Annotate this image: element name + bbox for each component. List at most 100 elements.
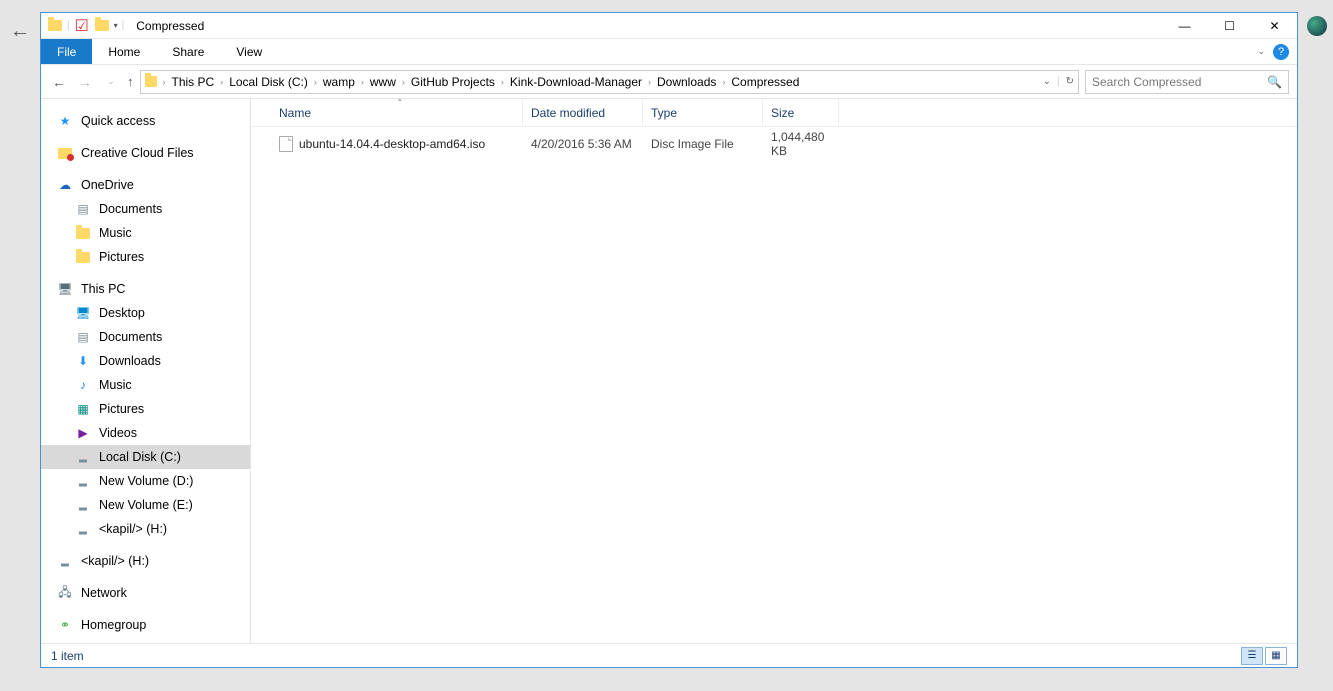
nav-label: Documents bbox=[99, 330, 162, 344]
breadcrumb-wamp[interactable]: wamp bbox=[319, 75, 359, 89]
breadcrumb-separator[interactable]: › bbox=[402, 77, 405, 87]
column-label: Size bbox=[771, 106, 794, 120]
help-button[interactable]: ? bbox=[1273, 44, 1289, 60]
status-item-count: 1 item bbox=[51, 649, 84, 663]
browser-back-button[interactable]: ← bbox=[10, 20, 30, 43]
window-title: Compressed bbox=[136, 19, 204, 33]
nav-label: OneDrive bbox=[81, 178, 134, 192]
qat-customize-dropdown[interactable]: ▾ bbox=[114, 21, 118, 30]
breadcrumb-local-disk-c[interactable]: Local Disk (C:) bbox=[225, 75, 312, 89]
nav-kapil-h-root[interactable]: ▂<kapil/> (H:) bbox=[41, 549, 250, 573]
nav-network[interactable]: 🖧Network bbox=[41, 581, 250, 605]
cloud-icon: ☁ bbox=[57, 177, 73, 193]
nav-documents[interactable]: ▤Documents bbox=[41, 325, 250, 349]
tab-share[interactable]: Share bbox=[156, 39, 220, 64]
column-label: Type bbox=[651, 106, 677, 120]
breadcrumb-separator[interactable]: › bbox=[163, 77, 166, 87]
maximize-button[interactable]: ☐ bbox=[1207, 13, 1252, 39]
nav-new-volume-d[interactable]: ▂ New Volume (D:) bbox=[41, 469, 250, 493]
nav-label: Desktop bbox=[99, 306, 145, 320]
address-dropdown[interactable]: ⌄ bbox=[1043, 76, 1051, 87]
file-date: 4/20/2016 5:36 AM bbox=[523, 137, 643, 151]
breadcrumb-this-pc[interactable]: This PC bbox=[168, 75, 219, 89]
browser-profile-avatar[interactable] bbox=[1307, 16, 1327, 36]
address-bar[interactable]: › This PC › Local Disk (C:) › wamp › www… bbox=[140, 70, 1080, 94]
refresh-button[interactable]: ↻ bbox=[1066, 76, 1074, 87]
view-large-icons-button[interactable]: ▦ bbox=[1265, 647, 1287, 665]
properties-icon[interactable]: ☑ bbox=[74, 18, 90, 34]
nav-label: Documents bbox=[99, 202, 162, 216]
column-label: Date modified bbox=[531, 106, 605, 120]
nav-new-volume-e[interactable]: ▂New Volume (E:) bbox=[41, 493, 250, 517]
nav-onedrive-pictures[interactable]: Pictures bbox=[41, 245, 250, 269]
new-folder-icon[interactable] bbox=[94, 18, 110, 34]
explorer-body: ★Quick access Creative Cloud Files ☁ OneD… bbox=[41, 99, 1297, 643]
address-folder-icon bbox=[145, 74, 161, 90]
close-button[interactable]: ✕ bbox=[1252, 13, 1297, 39]
sort-indicator-icon: ⌃ bbox=[397, 98, 404, 107]
nav-forward-button[interactable]: → bbox=[75, 74, 95, 90]
nav-pictures[interactable]: ▦Pictures bbox=[41, 397, 250, 421]
nav-onedrive[interactable]: ☁ OneDrive bbox=[41, 173, 250, 197]
creative-cloud-icon bbox=[57, 145, 73, 161]
ribbon-expand-button[interactable]: ⌄ bbox=[1257, 46, 1265, 57]
column-date-modified[interactable]: Date modified bbox=[523, 99, 643, 126]
quick-access-toolbar: | ☑ ▾ | Compressed bbox=[41, 18, 204, 34]
nav-label: Pictures bbox=[99, 250, 144, 264]
tab-view[interactable]: View bbox=[220, 39, 278, 64]
nav-creative-cloud[interactable]: Creative Cloud Files bbox=[41, 141, 250, 165]
view-details-button[interactable]: ☰ bbox=[1241, 647, 1263, 665]
breadcrumb-compressed[interactable]: Compressed bbox=[727, 75, 803, 89]
nav-up-button[interactable]: ↑ bbox=[127, 74, 134, 89]
nav-homegroup[interactable]: ⚭Homegroup bbox=[41, 613, 250, 637]
column-name[interactable]: Name ⌃ bbox=[271, 99, 523, 126]
desktop-icon: 🖥 bbox=[75, 305, 91, 321]
nav-label: <kapil/> (H:) bbox=[99, 522, 167, 536]
breadcrumb-www[interactable]: www bbox=[366, 75, 400, 89]
nav-label: Pictures bbox=[99, 402, 144, 416]
file-name: ubuntu-14.04.4-desktop-amd64.iso bbox=[299, 137, 485, 151]
nav-this-pc[interactable]: 🖥This PC bbox=[41, 277, 250, 301]
column-label: Name bbox=[279, 106, 311, 120]
breadcrumb-separator[interactable]: › bbox=[501, 77, 504, 87]
breadcrumb-separator[interactable]: › bbox=[361, 77, 364, 87]
nav-onedrive-music[interactable]: Music bbox=[41, 221, 250, 245]
navigation-bar: ← → ⌄ ↑ › This PC › Local Disk (C:) › wa… bbox=[41, 65, 1297, 99]
nav-label: New Volume (D:) bbox=[99, 474, 193, 488]
nav-history-dropdown[interactable]: ⌄ bbox=[101, 76, 121, 87]
nav-label: New Volume (E:) bbox=[99, 498, 193, 512]
search-box[interactable]: Search Compressed 🔍 bbox=[1085, 70, 1289, 94]
download-icon: ⬇ bbox=[75, 353, 91, 369]
tab-file[interactable]: File bbox=[41, 39, 92, 64]
folder-icon bbox=[47, 18, 63, 34]
breadcrumb-separator[interactable]: › bbox=[220, 77, 223, 87]
column-type[interactable]: Type bbox=[643, 99, 763, 126]
breadcrumb-separator[interactable]: › bbox=[314, 77, 317, 87]
file-row[interactable]: ubuntu-14.04.4-desktop-amd64.iso 4/20/20… bbox=[251, 133, 1297, 155]
minimize-button[interactable]: — bbox=[1162, 13, 1207, 39]
file-rows[interactable]: ubuntu-14.04.4-desktop-amd64.iso 4/20/20… bbox=[251, 127, 1297, 643]
column-size[interactable]: Size bbox=[763, 99, 839, 126]
nav-downloads[interactable]: ⬇Downloads bbox=[41, 349, 250, 373]
tab-home[interactable]: Home bbox=[92, 39, 156, 64]
nav-videos[interactable]: ▶Videos bbox=[41, 421, 250, 445]
nav-label: Local Disk (C:) bbox=[99, 450, 181, 464]
nav-local-disk-c[interactable]: ▂Local Disk (C:) bbox=[41, 445, 250, 469]
breadcrumb-github-projects[interactable]: GitHub Projects bbox=[407, 75, 499, 89]
nav-music[interactable]: ♪Music bbox=[41, 373, 250, 397]
breadcrumb-separator[interactable]: › bbox=[648, 77, 651, 87]
ribbon-tabs: File Home Share View ⌄ ? bbox=[41, 39, 1297, 65]
drive-icon: ▂ bbox=[75, 473, 91, 489]
nav-back-button[interactable]: ← bbox=[49, 74, 69, 90]
nav-quick-access[interactable]: ★Quick access bbox=[41, 109, 250, 133]
nav-label: Homegroup bbox=[81, 618, 146, 632]
nav-kapil-h[interactable]: ▂<kapil/> (H:) bbox=[41, 517, 250, 541]
nav-onedrive-documents[interactable]: ▤Documents bbox=[41, 197, 250, 221]
breadcrumb-kink-download-manager[interactable]: Kink-Download-Manager bbox=[506, 75, 646, 89]
nav-label: Creative Cloud Files bbox=[81, 146, 194, 160]
nav-label: Videos bbox=[99, 426, 137, 440]
nav-desktop[interactable]: 🖥 Desktop bbox=[41, 301, 250, 325]
breadcrumb-downloads[interactable]: Downloads bbox=[653, 75, 720, 89]
navigation-pane[interactable]: ★Quick access Creative Cloud Files ☁ OneD… bbox=[41, 99, 251, 643]
breadcrumb-separator[interactable]: › bbox=[722, 77, 725, 87]
